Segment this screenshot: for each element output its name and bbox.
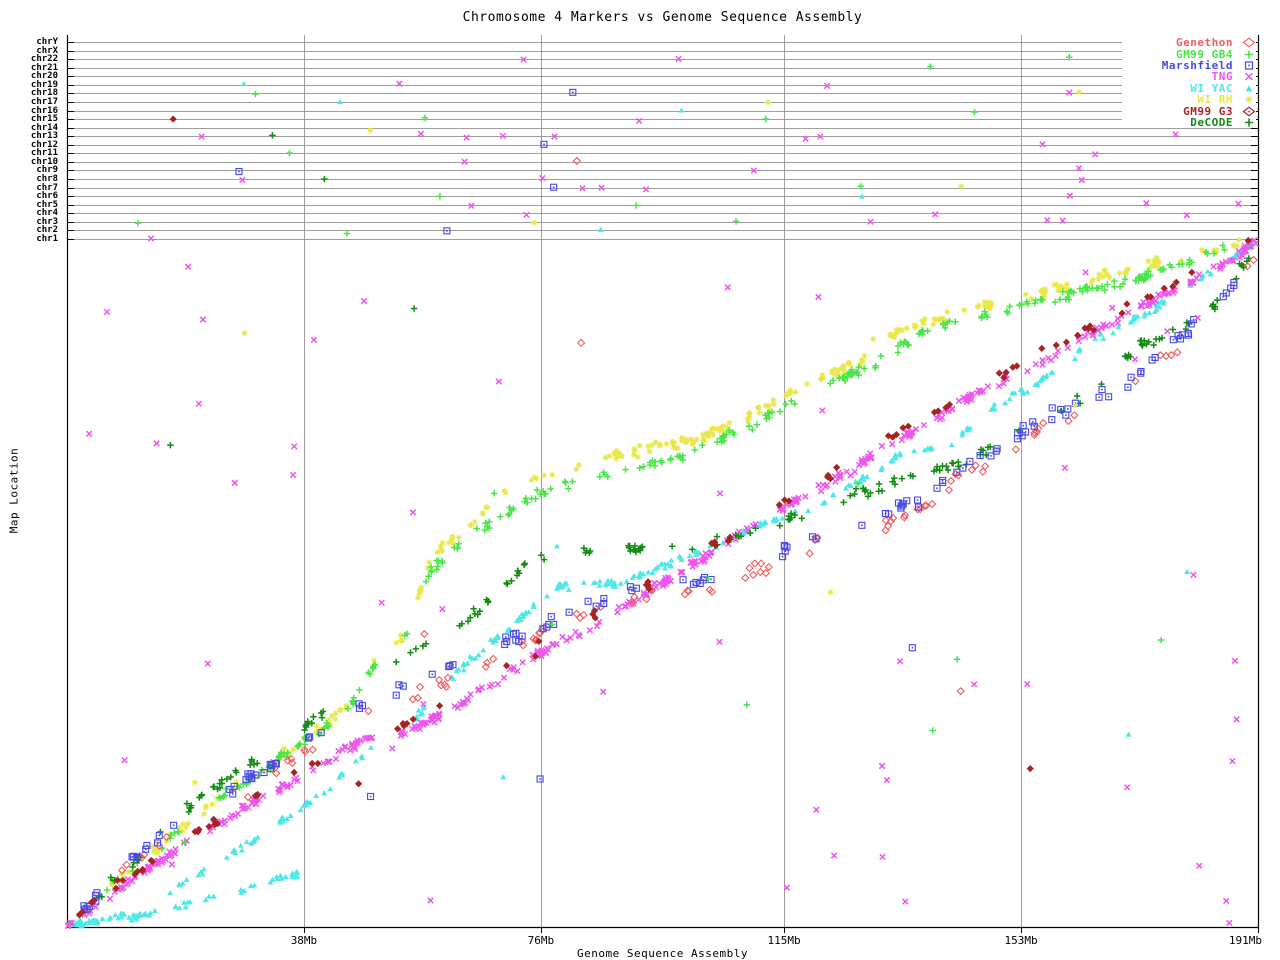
chromosome-label-chr17: chr17: [0, 98, 58, 106]
y-axis-label: Map Location: [8, 430, 21, 552]
chromosome-label-chr13: chr13: [0, 132, 58, 140]
legend-item-gm99-g3: GM99 G3: [1122, 105, 1256, 116]
genome-plot-page: { "title": "Chromosome 4 Markers vs Geno…: [0, 0, 1280, 960]
chromosome-label-chrY: chrY: [0, 38, 58, 46]
chromosome-label-chr15: chr15: [0, 115, 58, 123]
wi-rh-marker-icon: [1242, 94, 1256, 105]
x-tick-label-191Mb: 191Mb: [1216, 934, 1262, 947]
chromosome-label-chr8: chr8: [0, 175, 58, 183]
x-tick-label-76Mb: 76Mb: [518, 934, 564, 947]
legend-item-wi-yac: WI YAC: [1122, 83, 1256, 94]
x-tick-label-153Mb: 153Mb: [998, 934, 1044, 947]
x-axis-label: Genome Sequence Assembly: [67, 947, 1258, 960]
tng-marker-icon: [1242, 71, 1256, 82]
chromosome-label-chr1: chr1: [0, 235, 58, 243]
x-tick-label-115Mb: 115Mb: [761, 934, 807, 947]
legend-item-decode: DeCODE: [1122, 117, 1256, 128]
gm99-gb4-marker-icon: [1242, 49, 1256, 60]
marshfield-marker-icon: [1242, 60, 1256, 71]
legend-item-tng: TNG: [1122, 71, 1256, 82]
gm99-g3-marker-icon: [1242, 106, 1256, 117]
chart-plot-canvas: [0, 0, 1280, 960]
genethon-marker-icon: [1242, 37, 1256, 48]
chromosome-label-chr22: chr22: [0, 55, 58, 63]
x-tick-label-38Mb: 38Mb: [281, 934, 327, 947]
legend-item-marshfield: Marshfield: [1122, 60, 1256, 71]
wi-yac-marker-icon: [1242, 83, 1256, 94]
chart-title: Chromosome 4 Markers vs Genome Sequence …: [67, 10, 1258, 25]
chromosome-label-chr6: chr6: [0, 192, 58, 200]
legend-label: DeCODE: [1190, 116, 1233, 129]
decode-marker-icon: [1242, 117, 1256, 128]
legend: GenethonGM99 GB4MarshfieldTNGWI YACWI RH…: [1122, 37, 1256, 128]
